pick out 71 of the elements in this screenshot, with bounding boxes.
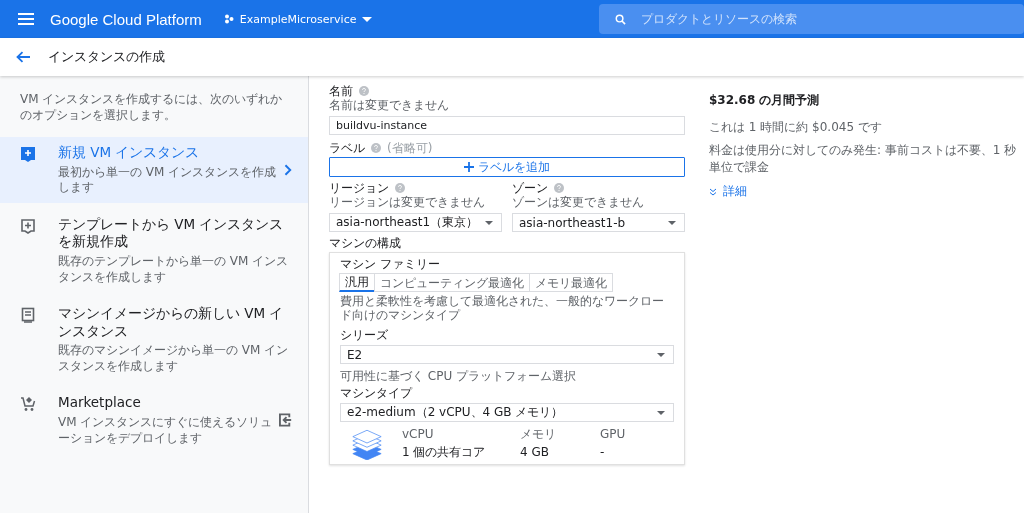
dropdown[interactable]: e2-medium（2 vCPU、4 GB メモリ） bbox=[340, 403, 674, 422]
option-description: 最初から単一の VM インスタンスを作成します bbox=[58, 164, 278, 196]
search-icon bbox=[615, 14, 626, 25]
field-hint: リージョンは変更できません bbox=[329, 195, 486, 209]
dropdown[interactable]: asia-northeast1（東京） bbox=[329, 213, 502, 232]
caret-icon bbox=[362, 16, 373, 22]
field-hint: 可用性に基づく CPU プラットフォーム選択 bbox=[340, 369, 578, 383]
option-title: Marketplace bbox=[58, 394, 142, 413]
option-description: VM インスタンスにすぐに使えるソリューションをデプロイします bbox=[58, 415, 274, 447]
option-item[interactable]: テンプレートから VM インスタンスを新規作成 既存のテンプレートから単一の VM インスタンスを作成します bbox=[0, 208, 308, 293]
add-label-button[interactable]: ラベルを追加 bbox=[329, 157, 685, 177]
spec-header: GPU bbox=[600, 427, 627, 441]
exit-icon bbox=[278, 413, 292, 428]
family-tab[interactable]: メモリ最適化 bbox=[529, 273, 613, 292]
field-hint: 名前は変更できません bbox=[329, 98, 450, 112]
billing-note: 料金は使用分に対してのみ発生: 事前コストは不要、1 秒単位で課金 bbox=[709, 141, 1018, 176]
section-title: マシンの構成 bbox=[329, 236, 402, 250]
option-title: 新規 VM インスタンス bbox=[58, 144, 201, 162]
add-box-icon bbox=[20, 146, 36, 163]
cart-icon bbox=[20, 396, 36, 413]
help-icon[interactable] bbox=[395, 183, 405, 193]
help-icon[interactable] bbox=[359, 86, 369, 96]
field-label: マシン ファミリー bbox=[340, 257, 440, 271]
caret-icon bbox=[657, 352, 665, 357]
expand-icon bbox=[709, 187, 717, 196]
monthly-estimate: $32.68 の月間予測 bbox=[709, 92, 821, 109]
spec-header: vCPU bbox=[402, 427, 435, 441]
search-field[interactable]: プロダクトとリソースの検索 bbox=[599, 4, 1024, 34]
option-description: 既存のマシンイメージから単一の VM インスタンスを作成します bbox=[58, 343, 290, 375]
project-selector[interactable]: ExampleMicroservice bbox=[223, 12, 373, 26]
product-name: Google Cloud Platform bbox=[50, 10, 202, 28]
option-description: 既存のテンプレートから単一の VM インスタンスを作成します bbox=[58, 254, 290, 286]
dropdown[interactable]: E2 bbox=[340, 345, 674, 364]
caret-icon bbox=[657, 410, 665, 415]
chevron-right-icon bbox=[284, 164, 292, 177]
field-label: リージョン bbox=[329, 181, 389, 195]
name-field[interactable]: buildvu-instance bbox=[329, 116, 685, 135]
field-label: 名前 bbox=[329, 84, 353, 98]
dropdown[interactable]: asia-northeast1-b bbox=[512, 213, 685, 232]
field-label: マシンタイプ bbox=[340, 386, 412, 400]
server-icon bbox=[20, 307, 36, 324]
field-label: シリーズ bbox=[340, 328, 388, 342]
hourly-estimate: これは 1 時間に約 $0.045 です bbox=[709, 119, 883, 136]
optional-hint: (省略可) bbox=[387, 141, 433, 155]
help-icon[interactable] bbox=[554, 183, 564, 193]
caret-icon bbox=[668, 220, 676, 225]
option-title: テンプレートから VM インスタンスを新規作成 bbox=[58, 215, 285, 251]
plus-icon bbox=[464, 162, 474, 172]
family-description: 費用と柔軟性を考慮して最適化された、一般的なワークロード向けのマシンタイプ bbox=[340, 294, 665, 322]
field-label: ラベル bbox=[329, 141, 365, 155]
family-tab[interactable]: 汎用 bbox=[339, 273, 375, 292]
field-label: ゾーン bbox=[512, 181, 548, 195]
add-box-icon bbox=[20, 217, 36, 234]
caret-icon bbox=[485, 220, 493, 225]
page-title: インスタンスの作成 bbox=[48, 48, 165, 66]
project-icon bbox=[223, 14, 234, 24]
option-item[interactable]: 新規 VM インスタンス 最初から単一の VM インスタンスを作成します bbox=[0, 137, 308, 203]
option-title: マシンイメージからの新しい VM インスタンス bbox=[58, 305, 285, 341]
back-button[interactable] bbox=[16, 51, 30, 63]
intro-text: VM インスタンスを作成するには、次のいずれかのオプションを選択します。 bbox=[19, 92, 284, 124]
spec-value: - bbox=[600, 445, 606, 459]
option-item[interactable]: Marketplace VM インスタンスにすぐに使えるソリューションをデプロイします bbox=[0, 387, 308, 454]
field-hint: ゾーンは変更できません bbox=[512, 195, 645, 209]
family-tab[interactable]: コンピューティング最適化 bbox=[374, 273, 530, 292]
spec-value: 4 GB bbox=[520, 445, 550, 459]
menu-icon[interactable] bbox=[18, 13, 34, 25]
help-icon[interactable] bbox=[371, 143, 381, 153]
option-item[interactable]: マシンイメージからの新しい VM インスタンス 既存のマシンイメージから単一の VM インスタンスを作成します bbox=[0, 298, 308, 382]
spec-header: メモリ bbox=[520, 427, 557, 441]
spec-value: 1 個の共有コア bbox=[402, 445, 487, 459]
details-link[interactable]: 詳細 bbox=[709, 183, 747, 201]
